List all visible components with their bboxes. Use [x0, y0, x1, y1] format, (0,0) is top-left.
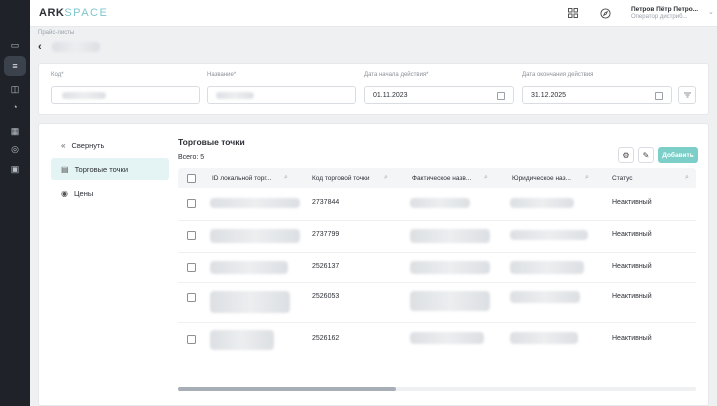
card-icon[interactable]: ▭	[8, 38, 22, 52]
collapse-button[interactable]: « Свернуть	[51, 134, 169, 156]
table-row[interactable]: 2526137 Неактивный	[178, 252, 696, 283]
end-date-value: 31.12.2025	[531, 92, 567, 99]
trade-point-code: 2526162	[312, 335, 340, 342]
grid-apps-icon[interactable]	[566, 6, 580, 20]
code-label: Код*	[51, 72, 64, 78]
end-date-label: Дата окончания действия	[522, 72, 594, 78]
settings-button[interactable]: ⚙	[618, 147, 634, 163]
app-logo[interactable]: ARKSPACE	[39, 7, 108, 19]
pencil-icon: ✎	[642, 150, 650, 160]
calendar-icon[interactable]	[655, 92, 663, 100]
breadcrumb[interactable]: Прайс-листы	[38, 30, 74, 36]
table-header: ID локальной торг... ⌕ Код торговой точк…	[178, 168, 696, 188]
sidebar-item-prices[interactable]: ◉ Цены	[51, 182, 169, 204]
gear-icon: ⚙	[622, 150, 630, 160]
total-count: Всего: 5	[178, 154, 205, 161]
row-checkbox[interactable]	[187, 263, 196, 272]
search-icon[interactable]: ⌕	[484, 174, 488, 182]
filter-button[interactable]	[678, 86, 696, 104]
trade-point-code: 2526053	[312, 293, 340, 300]
page-title-redacted	[52, 42, 100, 52]
scrollbar-thumb[interactable]	[178, 387, 396, 391]
row-checkbox[interactable]	[187, 293, 196, 302]
name-label: Название*	[207, 72, 237, 78]
calendar-icon[interactable]: ▣	[8, 162, 22, 176]
trade-point-code: 2737799	[312, 231, 340, 238]
table-row[interactable]: 2737799 Неактивный	[178, 220, 696, 253]
name-field[interactable]	[207, 86, 356, 104]
search-icon[interactable]: ⌕	[685, 174, 689, 182]
row-checkbox[interactable]	[187, 231, 196, 240]
double-chevron-left-icon: «	[61, 140, 66, 150]
code-field[interactable]	[51, 86, 200, 104]
calendar-icon[interactable]	[497, 92, 505, 100]
table-row[interactable]: 2526162 Неактивный	[178, 322, 696, 358]
ruble-icon[interactable]: ◎	[8, 142, 22, 156]
search-icon[interactable]: ⌕	[284, 174, 288, 182]
table-row[interactable]: 2526053 Неактивный	[178, 282, 696, 323]
top-bar: ARKSPACE Петров Пётр Петро... Оператор д…	[30, 0, 717, 27]
status-badge: Неактивный	[612, 335, 652, 342]
edit-button[interactable]: ✎	[638, 147, 654, 163]
column-header[interactable]: ID локальной торг...	[212, 175, 271, 182]
row-checkbox[interactable]	[187, 335, 196, 344]
compass-icon[interactable]	[598, 6, 612, 20]
back-arrow-icon[interactable]: ‹	[38, 41, 42, 53]
start-date-field[interactable]: 01.11.2023	[364, 86, 514, 104]
nav-rail: ▭ ≡ ◫ ◔ ▦ ◎ ▣	[0, 0, 30, 406]
table-row[interactable]: 2737844 Неактивный	[178, 188, 696, 221]
horizontal-scrollbar[interactable]	[178, 387, 696, 391]
search-icon[interactable]: ⌕	[585, 174, 589, 182]
window-icon[interactable]: ◫	[8, 82, 22, 96]
row-checkbox[interactable]	[187, 199, 196, 208]
user-name[interactable]: Петров Пётр Петро...	[631, 6, 698, 13]
status-badge: Неактивный	[612, 263, 652, 270]
status-badge: Неактивный	[612, 231, 652, 238]
pie-chart-icon[interactable]: ◔	[8, 100, 22, 114]
status-badge: Неактивный	[612, 293, 652, 300]
start-date-value: 01.11.2023	[373, 92, 408, 99]
sidebar-item-trade-points[interactable]: ▤ Торговые точки	[51, 158, 169, 180]
coins-icon: ◉	[61, 188, 68, 198]
database-icon[interactable]: ≡	[4, 56, 26, 76]
column-header[interactable]: Статус	[612, 175, 633, 182]
chevron-down-icon[interactable]: ⌄	[708, 8, 714, 16]
select-all-checkbox[interactable]	[187, 174, 196, 183]
column-header[interactable]: Фактическое назв...	[412, 175, 471, 182]
trade-point-code: 2526137	[312, 263, 340, 270]
store-icon: ▤	[61, 164, 69, 174]
trade-point-code: 2737844	[312, 199, 340, 206]
search-icon[interactable]: ⌕	[384, 174, 388, 182]
end-date-field[interactable]: 31.12.2025	[522, 86, 672, 104]
column-header[interactable]: Юридическое наз...	[512, 175, 571, 182]
start-date-label: Дата начала действия*	[364, 72, 429, 78]
contract-icon[interactable]: ▦	[8, 124, 22, 138]
status-badge: Неактивный	[612, 199, 652, 206]
column-header[interactable]: Код торговой точки	[312, 175, 370, 182]
add-button[interactable]: Добавить	[658, 147, 698, 163]
user-role: Оператор дистриб...	[631, 14, 688, 20]
section-title: Торговые точки	[178, 137, 245, 147]
